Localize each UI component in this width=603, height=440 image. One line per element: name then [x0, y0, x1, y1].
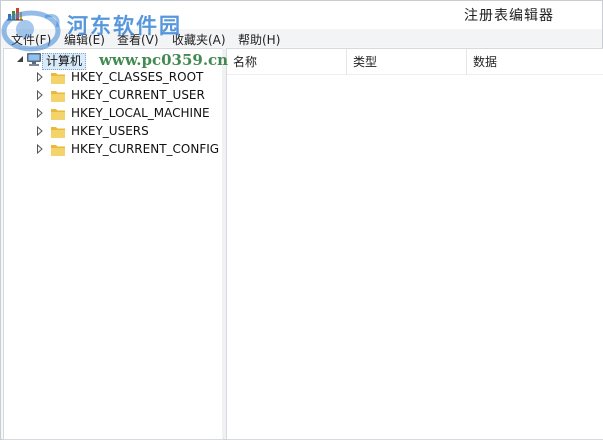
tree-item-hkey-current-config[interactable]: HKEY_CURRENT_CONFIG — [4, 141, 223, 159]
collapse-arrow-icon[interactable] — [16, 55, 24, 63]
tree-item-label: HKEY_CURRENT_CONFIG — [71, 142, 220, 156]
folder-icon — [51, 127, 65, 138]
tree-item-label: HKEY_LOCAL_MACHINE — [71, 106, 210, 120]
folder-icon — [51, 109, 65, 120]
tree-item-hkey-current-user[interactable]: HKEY_CURRENT_USER — [4, 87, 223, 105]
column-header-data[interactable]: 数据 — [467, 49, 603, 75]
tree-item-label: HKEY_USERS — [71, 124, 149, 138]
regedit-icon[interactable] — [7, 5, 23, 21]
title-bar[interactable]: 注册表编辑器 — [1, 1, 602, 29]
expand-arrow-icon[interactable] — [36, 144, 44, 154]
tree-root-label[interactable]: 计算机 — [42, 53, 87, 70]
folder-icon — [51, 91, 65, 102]
expand-arrow-icon[interactable] — [36, 126, 44, 136]
expand-arrow-icon[interactable] — [36, 90, 44, 100]
menu-file[interactable]: 文件(F) — [11, 31, 51, 48]
tree-item-hkey-classes-root[interactable]: HKEY_CLASSES_ROOT — [4, 69, 223, 87]
column-header-name[interactable]: 名称 — [227, 49, 347, 75]
menu-favorites[interactable]: 收藏夹(A) — [172, 31, 226, 48]
menu-help[interactable]: 帮助(H) — [238, 31, 280, 48]
window-title: 注册表编辑器 — [464, 8, 554, 24]
tree-item-hkey-users[interactable]: HKEY_USERS — [4, 123, 223, 141]
computer-icon — [27, 53, 41, 66]
folder-icon — [51, 73, 65, 84]
menu-bar: 文件(F) 编辑(E) 查看(V) 收藏夹(A) 帮助(H) — [1, 29, 602, 47]
menu-edit[interactable]: 编辑(E) — [64, 31, 105, 48]
expand-arrow-icon[interactable] — [36, 108, 44, 118]
key-tree-pane[interactable]: 计算机 HKEY_CLASSES_ROOT HKEY_CURRENT_USER — [3, 48, 224, 440]
tree-item-label: HKEY_CURRENT_USER — [71, 88, 205, 102]
column-header-type[interactable]: 类型 — [347, 49, 467, 75]
menu-view[interactable]: 查看(V) — [117, 31, 159, 48]
tree-item-hkey-local-machine[interactable]: HKEY_LOCAL_MACHINE — [4, 105, 223, 123]
regedit-window: 注册表编辑器 文件(F) 编辑(E) 查看(V) 收藏夹(A) 帮助(H) 计算… — [0, 0, 603, 440]
expand-arrow-icon[interactable] — [36, 72, 44, 82]
tree-root-computer[interactable]: 计算机 — [4, 51, 223, 70]
folder-icon — [51, 145, 65, 156]
tree-item-label: HKEY_CLASSES_ROOT — [71, 70, 204, 84]
values-list-pane[interactable]: 名称 类型 数据 — [226, 48, 603, 440]
